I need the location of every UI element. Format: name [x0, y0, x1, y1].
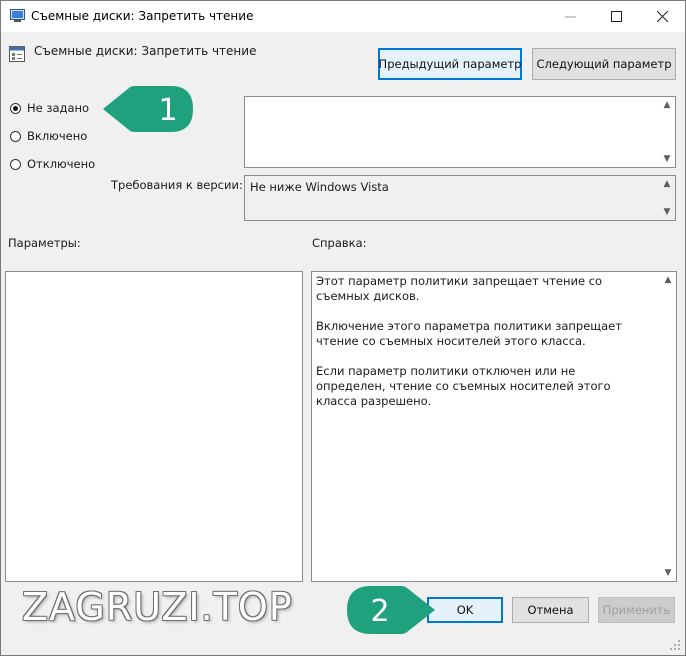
radio-indicator[interactable] [10, 158, 21, 170]
radio-label: Не задано [27, 101, 90, 115]
scroll-down-icon[interactable]: ▼ [660, 565, 676, 581]
options-label: Параметры: [8, 236, 81, 250]
annotation-step-2: 2 [345, 580, 437, 638]
radio-not-configured[interactable]: Не задано [10, 101, 89, 115]
requirements-value: Не ниже Windows Vista [250, 180, 389, 194]
help-paragraph: Этот параметр политики запрещает чтение … [316, 274, 603, 303]
next-setting-button[interactable]: Следующий параметр [532, 48, 676, 80]
comment-textarea[interactable]: ▲ ▼ [244, 96, 676, 168]
help-paragraph: Включение этого параметра политики запре… [316, 319, 622, 348]
help-scrollbar[interactable]: ▲ ▼ [660, 272, 676, 581]
radio-label: Включено [27, 129, 88, 143]
requirements-scrollbar[interactable]: ▲ ▼ [659, 176, 675, 220]
cancel-button[interactable]: Отмена [512, 597, 589, 623]
annotation-step-1: 1 [101, 80, 195, 134]
help-label: Справка: [312, 236, 367, 250]
minimize-icon [564, 16, 576, 18]
ok-button[interactable]: OK [427, 597, 503, 623]
options-panel[interactable] [5, 271, 303, 582]
maximize-button[interactable] [593, 1, 639, 32]
scroll-up-icon[interactable]: ▲ [660, 272, 676, 288]
previous-setting-button[interactable]: Предыдущий параметр [378, 48, 522, 80]
scroll-down-icon[interactable]: ▼ [659, 151, 675, 167]
requirements-label: Требования к версии: [111, 178, 243, 192]
watermark-logo: ZAGRUZI.TOP [22, 585, 293, 629]
scroll-down-icon[interactable]: ▼ [659, 204, 675, 220]
radio-enabled[interactable]: Включено [10, 129, 87, 143]
help-paragraph: Если параметр политики отключен или не о… [316, 364, 611, 408]
close-button[interactable] [639, 1, 685, 32]
radio-disabled[interactable]: Отключено [10, 157, 95, 171]
radio-label: Отключено [27, 157, 96, 171]
scroll-up-icon[interactable]: ▲ [659, 176, 675, 192]
help-text: Этот параметр политики запрещает чтение … [316, 274, 646, 424]
annotation-number-2: 2 [370, 593, 390, 629]
policy-name-heading: Съемные диски: Запретить чтение [34, 44, 257, 58]
policy-app-icon [10, 9, 25, 22]
radio-indicator[interactable] [10, 102, 21, 114]
resize-grip-icon[interactable] [669, 639, 681, 651]
annotation-number-1: 1 [158, 92, 178, 128]
radio-indicator[interactable] [10, 130, 21, 142]
title-bar[interactable]: Съемные диски: Запретить чтение [1, 1, 685, 32]
window-title: Съемные диски: Запретить чтение [31, 9, 254, 23]
maximize-icon [610, 11, 622, 22]
minimize-button[interactable] [547, 1, 593, 32]
scroll-up-icon[interactable]: ▲ [659, 97, 675, 113]
comment-scrollbar[interactable]: ▲ ▼ [659, 97, 675, 167]
requirements-field: Не ниже Windows Vista ▲ ▼ [244, 175, 676, 221]
policy-setting-icon [9, 46, 25, 62]
close-icon [656, 11, 668, 22]
apply-button[interactable]: Применить [598, 597, 675, 623]
